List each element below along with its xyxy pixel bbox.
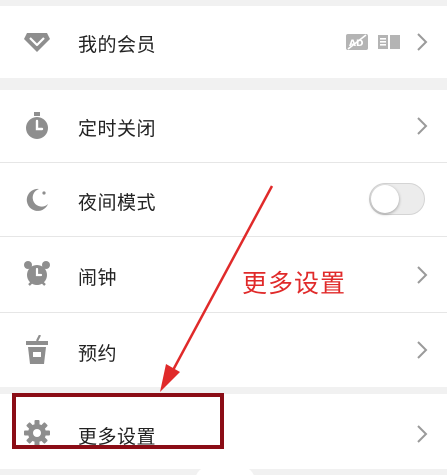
no-ads-badge-icon: AD — [345, 32, 369, 56]
highlight-box — [12, 393, 224, 449]
chevron-right-icon — [415, 424, 429, 444]
annotation-label: 更多设置 — [242, 269, 347, 298]
chevron-right-icon — [415, 340, 429, 360]
toggle-knob — [371, 185, 399, 213]
moon-icon — [22, 185, 52, 215]
timer-icon — [22, 111, 52, 141]
chevron-right-icon — [415, 32, 429, 52]
menu-item-alarm[interactable]: 闹钟 — [0, 237, 447, 312]
menu-item-membership[interactable]: 我的会员 AD — [0, 6, 447, 78]
menu-item-label: 定时关闭 — [78, 118, 157, 140]
cup-icon — [22, 335, 52, 365]
chevron-right-icon — [415, 265, 429, 285]
book-badge-icon — [377, 32, 401, 56]
alarm-clock-icon — [22, 259, 52, 289]
diamond-icon — [22, 27, 52, 57]
menu-item-label: 闹钟 — [78, 267, 118, 289]
bottom-partial-element — [195, 466, 255, 475]
settings-page: 我的会员 AD 定时关闭 夜间模式 闹钟 预约 更多设置 更多设置 — [0, 0, 447, 475]
chevron-right-icon — [415, 116, 429, 136]
menu-item-label: 夜间模式 — [78, 192, 157, 214]
night-mode-toggle[interactable] — [369, 183, 425, 215]
menu-item-reservation[interactable]: 预约 — [0, 313, 447, 387]
membership-badges: AD — [345, 32, 401, 56]
menu-item-label: 预约 — [78, 343, 118, 365]
menu-item-sleep-timer[interactable]: 定时关闭 — [0, 90, 447, 162]
menu-item-night-mode[interactable]: 夜间模式 — [0, 163, 447, 236]
menu-item-label: 我的会员 — [78, 34, 157, 56]
